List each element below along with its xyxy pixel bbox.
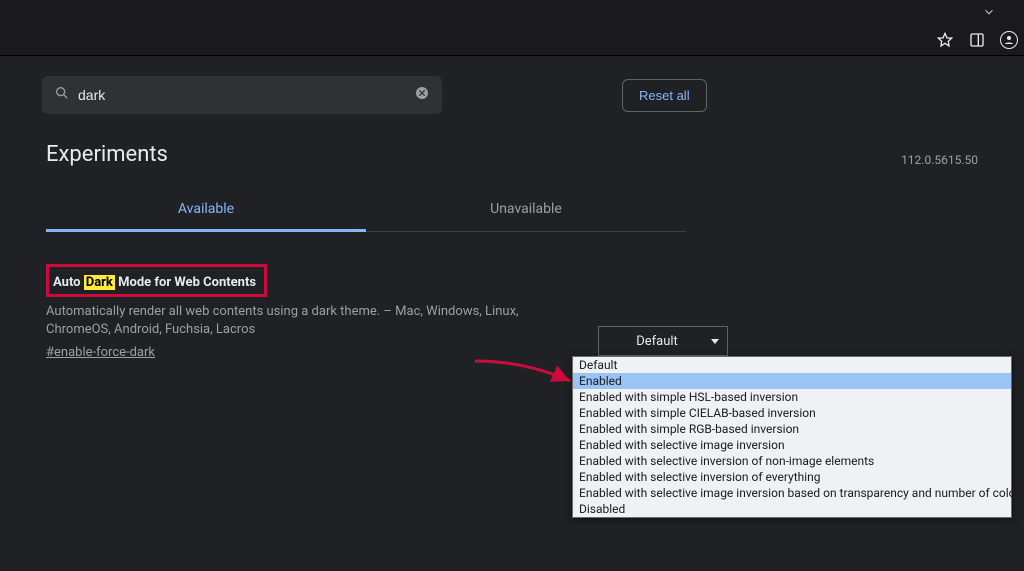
- dropdown-option[interactable]: Enabled: [573, 373, 1011, 389]
- header-row: Experiments 112.0.5615.50: [18, 114, 1006, 167]
- flag-select-dropdown[interactable]: DefaultEnabledEnabled with simple HSL-ba…: [572, 356, 1012, 518]
- window-chevron-icon[interactable]: [974, 0, 1004, 24]
- flag-title-highlight-box: Auto Dark Mode for Web Contents: [46, 264, 267, 297]
- flag-select[interactable]: Default: [598, 326, 728, 356]
- search-box[interactable]: [42, 76, 442, 114]
- flag-title: Auto Dark Mode for Web Contents: [53, 275, 256, 290]
- titlebar: [0, 0, 1024, 24]
- tab-unavailable[interactable]: Unavailable: [366, 189, 686, 231]
- flag-title-pre: Auto: [53, 275, 84, 290]
- version-label: 112.0.5615.50: [901, 153, 978, 167]
- dropdown-option[interactable]: Disabled: [573, 501, 1011, 517]
- dropdown-option[interactable]: Enabled with selective image inversion: [573, 437, 1011, 453]
- tab-available[interactable]: Available: [46, 189, 366, 232]
- dropdown-option[interactable]: Enabled with selective image inversion b…: [573, 485, 1011, 501]
- flag-title-post: Mode for Web Contents: [115, 275, 256, 290]
- reset-all-button[interactable]: Reset all: [622, 79, 707, 112]
- flag-title-highlight: Dark: [84, 275, 115, 290]
- controls-row: Reset all: [18, 56, 1006, 114]
- window: Reset all Experiments 112.0.5615.50 Avai…: [0, 0, 1024, 571]
- clear-search-icon[interactable]: [414, 85, 430, 105]
- flags-page: Reset all Experiments 112.0.5615.50 Avai…: [18, 56, 1006, 561]
- dropdown-option[interactable]: Enabled with simple RGB-based inversion: [573, 421, 1011, 437]
- dropdown-option[interactable]: Enabled with selective inversion of non-…: [573, 453, 1011, 469]
- page-title: Experiments: [46, 142, 168, 167]
- browser-toolbar: [0, 24, 1024, 56]
- flag-anchor-link[interactable]: #enable-force-dark: [46, 345, 155, 360]
- search-icon: [54, 85, 70, 105]
- dropdown-option[interactable]: Enabled with simple CIELAB-based inversi…: [573, 405, 1011, 421]
- dropdown-option[interactable]: Enabled with simple HSL-based inversion: [573, 389, 1011, 405]
- flag-select-value: Default: [636, 334, 678, 349]
- profile-avatar-icon[interactable]: [1000, 31, 1018, 49]
- bookmark-star-icon[interactable]: [936, 31, 954, 49]
- tabs: Available Unavailable: [46, 189, 686, 232]
- dropdown-option[interactable]: Default: [573, 357, 1011, 373]
- dropdown-option[interactable]: Enabled with selective inversion of ever…: [573, 469, 1011, 485]
- search-input[interactable]: [78, 87, 414, 103]
- panel-icon[interactable]: [968, 31, 986, 49]
- annotation-arrow-icon: [470, 356, 580, 396]
- flag-description: Automatically render all web contents us…: [46, 303, 556, 339]
